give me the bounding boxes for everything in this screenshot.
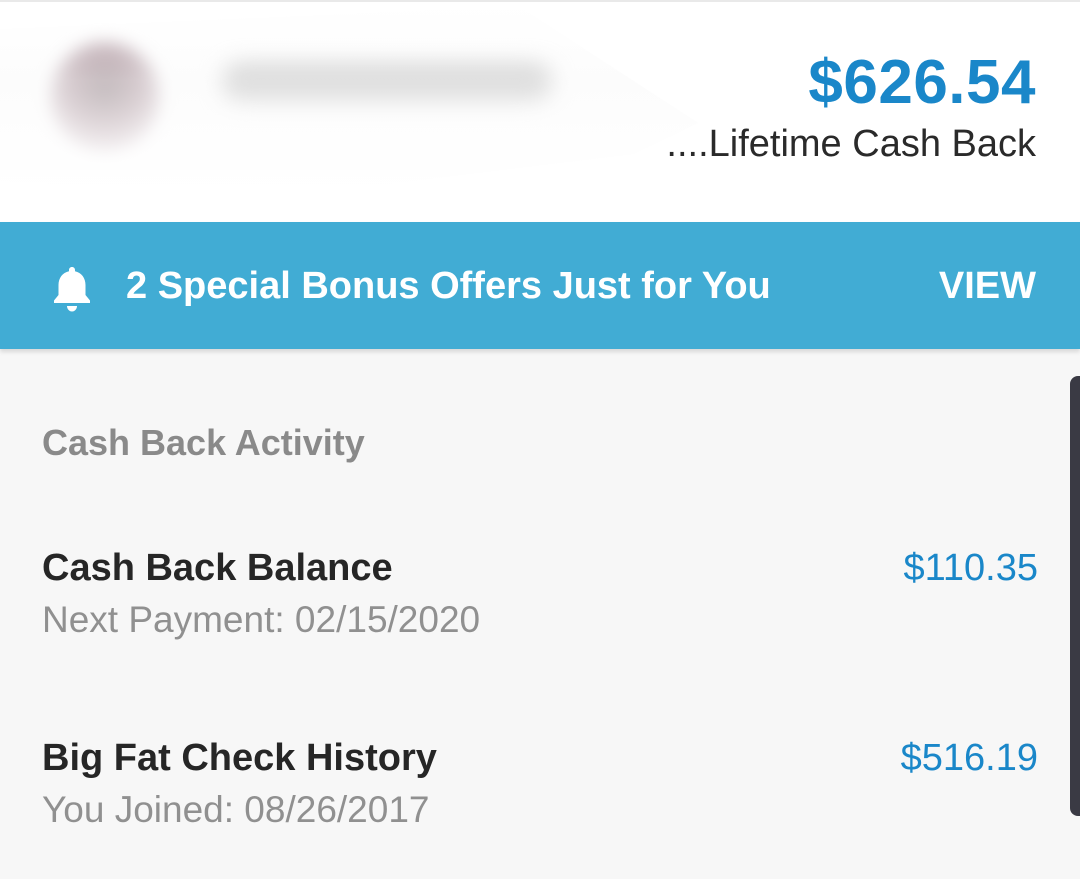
- list-item-cash-back-balance[interactable]: Cash Back Balance Next Payment: 02/15/20…: [0, 546, 1080, 676]
- bell-icon: [54, 267, 90, 312]
- redacted-username: [222, 64, 552, 102]
- list-item-title: Big Fat Check History: [42, 737, 437, 779]
- avatar[interactable]: [50, 42, 160, 152]
- view-offers-button[interactable]: VIEW: [939, 264, 1036, 308]
- section-title-cash-back-activity: Cash Back Activity: [42, 422, 365, 463]
- list-item-title: Cash Back Balance: [42, 547, 393, 589]
- list-item-subtitle: Next Payment: 02/15/2020: [42, 599, 481, 640]
- lifetime-cash-back-amount: $626.54: [808, 48, 1036, 117]
- list-item-amount: $516.19: [900, 737, 1038, 779]
- list-item-amount: $110.35: [903, 547, 1038, 589]
- list-item-big-fat-check-history[interactable]: Big Fat Check History You Joined: 08/26/…: [0, 736, 1080, 866]
- profile-header: $626.54 ....Lifetime Cash Back: [0, 0, 1080, 222]
- scrollbar[interactable]: [1070, 376, 1080, 816]
- bonus-offers-banner[interactable]: 2 Special Bonus Offers Just for You VIEW: [0, 222, 1080, 349]
- lifetime-cash-back-label: ....Lifetime Cash Back: [666, 123, 1036, 165]
- bonus-offers-text: 2 Special Bonus Offers Just for You: [126, 265, 771, 307]
- list-item-subtitle: You Joined: 08/26/2017: [42, 789, 430, 830]
